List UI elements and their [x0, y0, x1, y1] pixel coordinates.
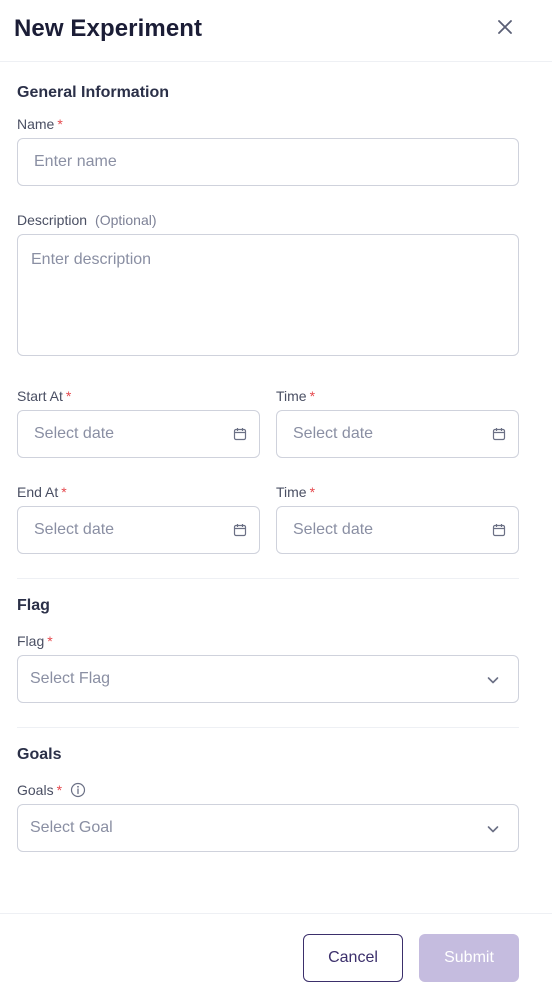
- section-divider: [17, 727, 519, 728]
- flag-label-text: Flag: [17, 633, 45, 649]
- cancel-button[interactable]: Cancel: [303, 934, 403, 982]
- goals-label-text: Goals: [17, 782, 54, 798]
- flag-placeholder: Select Flag: [30, 670, 111, 687]
- close-button[interactable]: [492, 16, 518, 42]
- close-icon: [497, 19, 513, 40]
- section-flag-title: Flag: [17, 597, 50, 614]
- description-label: Description (Optional): [17, 212, 157, 228]
- name-label-text: Name: [17, 116, 55, 132]
- start-at-label-text: Start At: [17, 388, 63, 404]
- end-time-placeholder: Select date: [293, 521, 374, 538]
- start-time-picker[interactable]: Select date: [276, 410, 519, 458]
- name-label: Name *: [17, 116, 63, 132]
- calendar-icon: [233, 523, 247, 537]
- flag-label: Flag *: [17, 633, 53, 649]
- page-title: New Experiment: [14, 15, 203, 42]
- chevron-down-icon: [486, 822, 500, 836]
- required-mark: *: [56, 782, 63, 798]
- required-mark: *: [309, 388, 316, 404]
- optional-tag: (Optional): [95, 212, 157, 228]
- start-date-placeholder: Select date: [34, 425, 115, 442]
- start-at-label: Start At *: [17, 388, 71, 404]
- required-mark: *: [65, 388, 72, 404]
- start-date-picker[interactable]: Select date: [17, 410, 260, 458]
- end-time-label: Time *: [276, 484, 315, 500]
- goals-placeholder: Select Goal: [30, 819, 113, 836]
- goals-select[interactable]: Select Goal: [17, 804, 519, 852]
- start-time-label: Time *: [276, 388, 315, 404]
- start-time-label-text: Time: [276, 388, 307, 404]
- chevron-down-icon: [486, 673, 500, 687]
- calendar-icon: [492, 523, 506, 537]
- required-mark: *: [61, 484, 67, 500]
- description-label-text: Description: [17, 212, 88, 228]
- description-textarea[interactable]: Enter description: [17, 234, 519, 356]
- goals-label: Goals *: [17, 782, 86, 798]
- calendar-icon: [233, 427, 247, 441]
- flag-select[interactable]: Select Flag: [17, 655, 519, 703]
- name-input[interactable]: Enter name: [17, 138, 519, 186]
- footer-divider: [0, 913, 552, 914]
- info-icon[interactable]: [70, 782, 86, 798]
- end-time-label-text: Time: [276, 484, 307, 500]
- section-general-title: General Information: [17, 84, 170, 101]
- required-mark: *: [57, 116, 63, 132]
- end-date-picker[interactable]: Select date: [17, 506, 260, 554]
- name-placeholder: Enter name: [34, 153, 117, 170]
- end-at-label: End At *: [17, 484, 67, 500]
- end-at-label-text: End At: [17, 484, 59, 500]
- end-time-picker[interactable]: Select date: [276, 506, 519, 554]
- calendar-icon: [492, 427, 506, 441]
- end-date-placeholder: Select date: [34, 521, 115, 538]
- description-placeholder: Enter description: [31, 251, 152, 268]
- submit-button[interactable]: Submit: [419, 934, 519, 982]
- start-time-placeholder: Select date: [293, 425, 374, 442]
- section-goals-title: Goals: [17, 746, 62, 763]
- required-mark: *: [309, 484, 316, 500]
- required-mark: *: [47, 633, 53, 649]
- modal-header: New Experiment: [0, 0, 552, 62]
- section-divider: [17, 578, 519, 579]
